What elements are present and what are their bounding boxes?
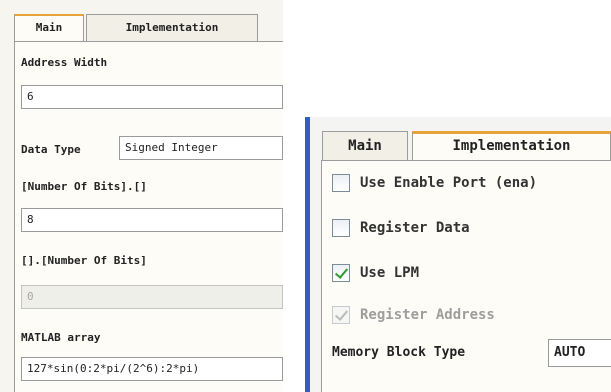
address-width-label: Address Width <box>21 56 108 69</box>
use-enable-port-label: Use Enable Port (ena) <box>360 175 538 191</box>
right-dialog-panel: Main Implementation Use Enable Port (ena… <box>305 117 611 392</box>
data-type-select[interactable]: Signed Integer <box>119 136 283 160</box>
address-width-field[interactable]: 6 <box>21 85 283 109</box>
fraction-bits-field: 0 <box>21 285 283 309</box>
integer-bits-label: [Number Of Bits].[] <box>21 180 147 193</box>
tab-implementation[interactable]: Implementation <box>86 14 258 42</box>
left-dialog-panel: Main Implementation Address Width 6 Data… <box>0 0 283 392</box>
checkmark-icon <box>334 265 349 279</box>
memory-block-type-label: Memory Block Type <box>332 345 466 360</box>
register-address-label: Register Address <box>360 307 495 323</box>
use-lpm-label: Use LPM <box>360 265 420 281</box>
memory-block-type-select[interactable]: AUTO <box>548 339 611 367</box>
checkmark-icon <box>334 307 349 321</box>
right-tab-content: Use Enable Port (ena) Register Data Use … <box>321 160 611 392</box>
tab-implementation[interactable]: Implementation <box>412 131 611 161</box>
use-enable-port-option[interactable]: Use Enable Port (ena) <box>332 171 537 195</box>
register-address-checkbox <box>332 306 350 324</box>
data-type-label: Data Type <box>21 143 81 156</box>
register-data-checkbox[interactable] <box>332 219 350 237</box>
register-address-option: Register Address <box>332 303 495 327</box>
use-lpm-option[interactable]: Use LPM <box>332 261 419 285</box>
use-enable-port-checkbox[interactable] <box>332 174 350 192</box>
register-data-label: Register Data <box>360 220 470 236</box>
left-tab-content: Address Width 6 Data Type Signed Integer… <box>14 41 283 392</box>
matlab-array-field[interactable]: 127*sin(0:2*pi/(2^6):2*pi) <box>21 357 283 381</box>
window-edge <box>305 117 310 392</box>
use-lpm-checkbox[interactable] <box>332 264 350 282</box>
register-data-option[interactable]: Register Data <box>332 216 470 240</box>
tab-main[interactable]: Main <box>322 131 408 161</box>
integer-bits-field[interactable]: 8 <box>21 208 283 232</box>
matlab-array-label: MATLAB array <box>21 331 101 344</box>
tab-main[interactable]: Main <box>14 14 84 42</box>
fraction-bits-label: [].[Number Of Bits] <box>21 254 147 267</box>
